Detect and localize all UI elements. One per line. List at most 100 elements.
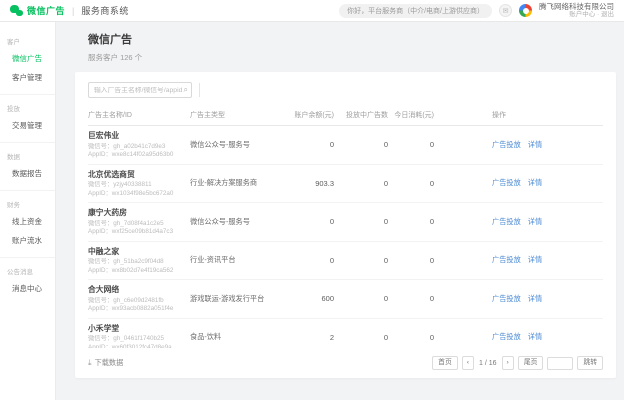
balance-cell: 0 bbox=[282, 256, 334, 265]
advertiser-type: 微信公众号-服务号 bbox=[190, 217, 282, 227]
brand-logo-group[interactable]: 微信广告 | 服务商系统 bbox=[10, 4, 129, 17]
ad-delivery-link[interactable]: 广告投放 bbox=[492, 217, 521, 226]
sidebar-section-header: 数据 bbox=[0, 148, 55, 164]
advertiser-wxid: 微信号：yzjy40338811 bbox=[88, 181, 190, 190]
sidebar-item-02[interactable]: 数据报告 bbox=[0, 164, 55, 183]
advertiser-cell: 北京优选商贸微信号：yzjy40338811AppID：wx1034f98e5b… bbox=[88, 169, 190, 199]
column-header: 广告主类型 bbox=[190, 110, 282, 120]
table-body: 巨宏伟业微信号：gh_a02b41c7d9e3AppID：wxe8c14f02a… bbox=[88, 126, 603, 348]
role-badge: 你好，平台服务商（中介/电商/上游供应商） bbox=[339, 4, 492, 18]
pagination-last-button[interactable]: 尾页 bbox=[518, 356, 544, 370]
account-actions[interactable]: 账户中心 · 退出 bbox=[539, 11, 614, 19]
detail-link[interactable]: 详情 bbox=[528, 217, 542, 226]
sidebar-section-header: 公告消息 bbox=[0, 263, 55, 279]
table-row: 中融之家微信号：gh_51ba2c9f04d8AppID：wx8b02d7e4f… bbox=[88, 242, 603, 281]
ad-delivery-link[interactable]: 广告投放 bbox=[492, 332, 521, 341]
advertiser-type-line1: 食品-饮料 bbox=[190, 332, 278, 342]
pagination: 首页 ‹ 1 / 16 › 尾页 跳转 bbox=[432, 356, 603, 370]
ad-delivery-link[interactable]: 广告投放 bbox=[492, 178, 521, 187]
search-divider bbox=[199, 83, 200, 97]
actions-cell: 广告投放详情 bbox=[434, 332, 603, 342]
pagination-next-button[interactable]: › bbox=[502, 356, 514, 370]
detail-link[interactable]: 详情 bbox=[528, 178, 542, 187]
column-header: 今日消耗(元) bbox=[388, 110, 434, 120]
advertiser-cell: 中融之家微信号：gh_51ba2c9f04d8AppID：wx8b02d7e4f… bbox=[88, 246, 190, 276]
advertiser-search-box[interactable]: ⌕ bbox=[88, 82, 192, 98]
advertiser-wxid: 微信号：gh_c6e09d2481fb bbox=[88, 297, 190, 306]
sidebar-nav: 客户微信广告客户管理投放交易管理数据数据报告财务线上资金账户流水公告消息消息中心 bbox=[0, 22, 56, 400]
page-title: 微信广告 bbox=[88, 31, 624, 47]
advertiser-appid: AppID：wx1034f98e5bc672a0 bbox=[88, 190, 190, 199]
table-row: 北京优选商贸微信号：yzjy40338811AppID：wx1034f98e5b… bbox=[88, 165, 603, 204]
message-icon[interactable]: ✉ bbox=[499, 4, 512, 17]
sidebar-item-04[interactable]: 消息中心 bbox=[0, 279, 55, 298]
actions-cell: 广告投放详情 bbox=[434, 217, 603, 227]
download-data-button[interactable]: ⤓ 下载数据 bbox=[88, 358, 123, 368]
active-ads-cell: 0 bbox=[334, 217, 388, 226]
pagination-first-button[interactable]: 首页 bbox=[432, 356, 458, 370]
advertiser-cell: 巨宏伟业微信号：gh_a02b41c7d9e3AppID：wxe8c14f02a… bbox=[88, 130, 190, 160]
account-menu[interactable]: 腾飞网络科技有限公司 账户中心 · 退出 bbox=[539, 2, 614, 20]
sidebar-section-header: 投放 bbox=[0, 100, 55, 116]
today-spend-cell: 0 bbox=[388, 179, 434, 188]
detail-link[interactable]: 详情 bbox=[528, 255, 542, 264]
column-header: 投放中广告数 bbox=[334, 110, 388, 120]
detail-link[interactable]: 详情 bbox=[528, 332, 542, 341]
sidebar-item-10[interactable]: 客户管理 bbox=[0, 68, 55, 87]
advertiser-table: 广告主名称/ID广告主类型账户余额(元)投放中广告数今日消耗(元)操作 巨宏伟业… bbox=[88, 106, 603, 348]
active-ads-cell: 0 bbox=[334, 140, 388, 149]
actions-cell: 广告投放详情 bbox=[434, 178, 603, 188]
sidebar-item-00[interactable]: 微信广告 bbox=[0, 49, 55, 68]
advertiser-appid: AppID：wx93acb0882a051f4e bbox=[88, 305, 190, 314]
sidebar-section: 财务线上资金账户流水 bbox=[0, 191, 55, 258]
ad-delivery-link[interactable]: 广告投放 bbox=[492, 294, 521, 303]
advertiser-type-line1: 行业-资讯平台 bbox=[190, 255, 278, 265]
sidebar-item-13[interactable]: 账户流水 bbox=[0, 231, 55, 250]
advertiser-type: 游戏联运-游戏发行平台 bbox=[190, 294, 282, 304]
ad-delivery-link[interactable]: 广告投放 bbox=[492, 140, 521, 149]
organization-avatar[interactable] bbox=[519, 4, 532, 17]
download-label: 下载数据 bbox=[95, 358, 124, 368]
balance-cell: 2 bbox=[282, 333, 334, 342]
actions-cell: 广告投放详情 bbox=[434, 255, 603, 265]
pagination-page-input[interactable] bbox=[547, 357, 573, 370]
advertiser-type: 行业-资讯平台 bbox=[190, 255, 282, 265]
advertiser-cell: 合大网络微信号：gh_c6e09d2481fbAppID：wx93acb0882… bbox=[88, 284, 190, 314]
advertiser-type: 微信公众号-服务号 bbox=[190, 140, 282, 150]
advertiser-type-line1: 微信公众号-服务号 bbox=[190, 140, 278, 150]
advertiser-cell: 康宁大药房微信号：gh_7d08f4a1c2e5AppID：wxf25ce09b… bbox=[88, 207, 190, 237]
detail-link[interactable]: 详情 bbox=[528, 294, 542, 303]
advertiser-appid: AppID：wx8b02d7e4f19ca562 bbox=[88, 267, 190, 276]
column-header: 广告主名称/ID bbox=[88, 110, 190, 120]
table-row: 巨宏伟业微信号：gh_a02b41c7d9e3AppID：wxe8c14f02a… bbox=[88, 126, 603, 165]
advertiser-name: 中融之家 bbox=[88, 246, 190, 257]
advertiser-name: 小禾学堂 bbox=[88, 323, 190, 334]
balance-cell: 903.3 bbox=[282, 179, 334, 188]
today-spend-cell: 0 bbox=[388, 294, 434, 303]
active-ads-cell: 0 bbox=[334, 179, 388, 188]
balance-cell: 0 bbox=[282, 217, 334, 226]
table-row: 小禾学堂微信号：gh_0461f1740b25AppID：wx60f3012fc… bbox=[88, 319, 603, 349]
pagination-prev-button[interactable]: ‹ bbox=[462, 356, 474, 370]
sidebar-section: 公告消息消息中心 bbox=[0, 258, 55, 305]
pagination-jump-button[interactable]: 跳转 bbox=[577, 356, 603, 370]
advertiser-name: 康宁大药房 bbox=[88, 207, 190, 218]
system-name: 服务商系统 bbox=[81, 4, 129, 17]
today-spend-cell: 0 bbox=[388, 333, 434, 342]
search-icon[interactable]: ⌕ bbox=[184, 86, 188, 94]
brand-name: 微信广告 bbox=[27, 4, 65, 17]
ad-delivery-link[interactable]: 广告投放 bbox=[492, 255, 521, 264]
sidebar-item-03[interactable]: 线上资金 bbox=[0, 212, 55, 231]
advertiser-appid: AppID：wxf25ce09b81d4a7c3 bbox=[88, 228, 190, 237]
wechat-logo-icon bbox=[10, 5, 23, 16]
search-input[interactable] bbox=[94, 87, 184, 94]
main-content: 微信广告 服务客户 126 个 ⌕ 广告主名称/ID广告主类型账户余额(元)投放… bbox=[56, 22, 624, 400]
sidebar-item-01[interactable]: 交易管理 bbox=[0, 116, 55, 135]
sidebar-section-header: 财务 bbox=[0, 196, 55, 212]
active-ads-cell: 0 bbox=[334, 333, 388, 342]
today-spend-cell: 0 bbox=[388, 256, 434, 265]
detail-link[interactable]: 详情 bbox=[528, 140, 542, 149]
download-icon: ⤓ bbox=[88, 358, 92, 368]
today-spend-cell: 0 bbox=[388, 217, 434, 226]
brand-divider: | bbox=[72, 6, 74, 16]
